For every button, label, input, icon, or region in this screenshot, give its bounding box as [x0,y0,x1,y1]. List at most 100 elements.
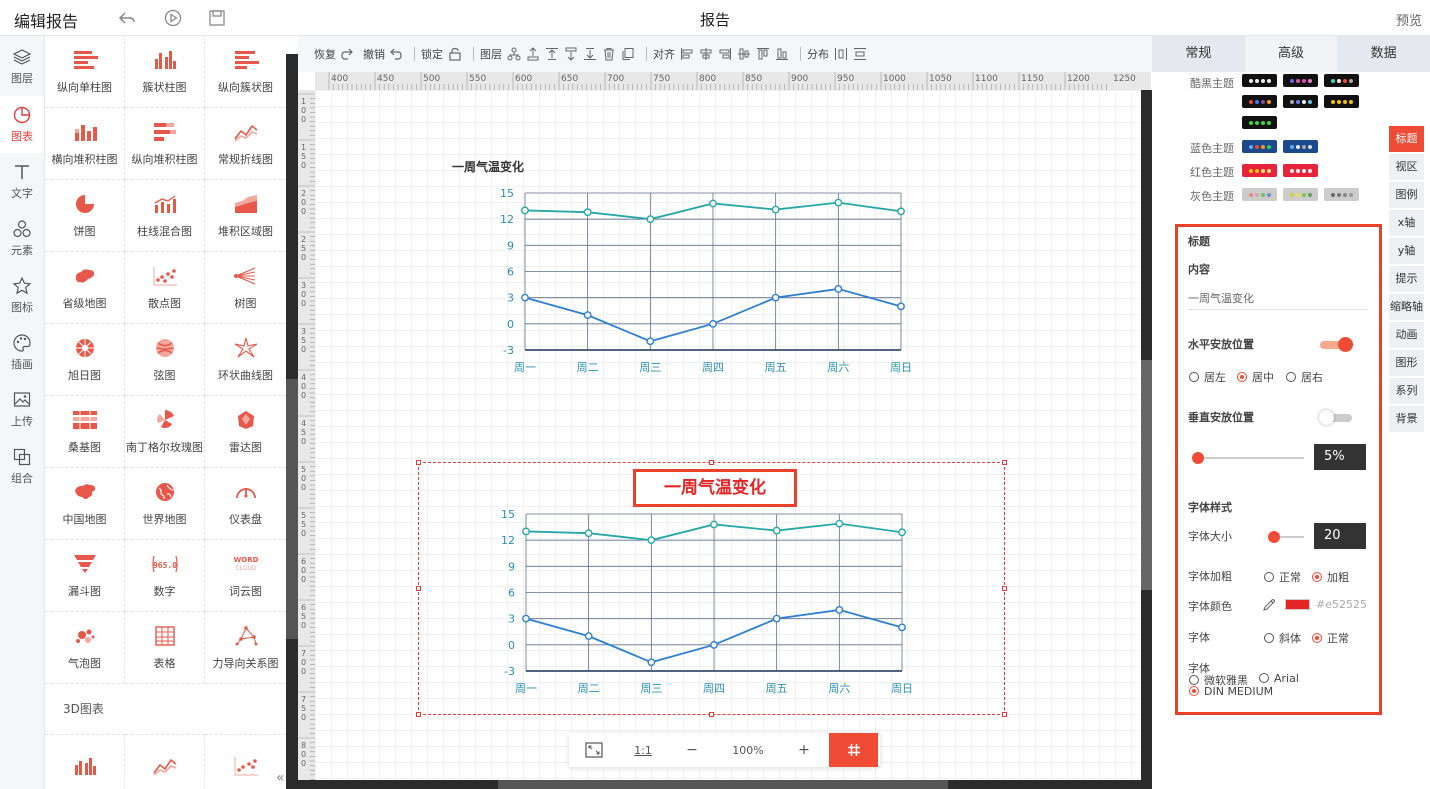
chart-type-item[interactable]: 中国地图 [45,468,125,540]
theme-swatch[interactable] [1242,188,1277,201]
chart-type-item[interactable]: 弦图 [125,324,205,396]
distribute-v-button[interactable] [853,47,867,61]
resize-handle-ne[interactable] [1002,460,1007,465]
bring-to-top-button[interactable] [545,47,559,61]
v-pos-toggle[interactable] [1319,410,1352,425]
lock-button[interactable]: 锁定 [421,46,462,62]
chart-type-item[interactable] [205,734,286,789]
chart-type-item[interactable] [125,734,205,789]
resize-handle-nw[interactable] [416,460,421,465]
theme-swatch[interactable] [1324,74,1359,87]
theme-swatch[interactable] [1324,188,1359,201]
chart-type-item[interactable]: 旭日图 [45,324,125,396]
theme-swatch[interactable] [1242,164,1277,177]
sidetab-series[interactable]: 系列 [1389,378,1424,404]
v-pos-slider[interactable] [1192,452,1304,464]
bold-normal-option[interactable]: 正常 [1264,569,1301,585]
grid-toggle-button[interactable] [829,733,878,767]
canvas-scrollbar-h[interactable] [298,780,1152,789]
title-content-input[interactable]: 一周气温变化 [1188,290,1368,310]
panel-scrollbar[interactable] [286,54,298,789]
chart-type-item[interactable]: WORD CLOUD 词云图 [205,540,286,612]
chart-type-item[interactable]: 簇状柱图 [125,36,205,108]
nav-text[interactable]: 文字 [0,153,44,210]
back-icon[interactable] [118,9,136,27]
copy-button[interactable] [621,47,635,61]
sidetab-datazoom[interactable]: 缩略轴 [1389,294,1424,320]
delete-button[interactable] [602,47,616,61]
chart-type-item[interactable]: 省级地图 [45,252,125,324]
undo-button[interactable]: 撤销 [363,46,403,62]
sidetab-legend[interactable]: 图例 [1389,182,1424,208]
font-size-slider[interactable] [1268,531,1304,543]
chart-type-item[interactable]: 力导向关系图 [205,612,286,684]
nav-layers[interactable]: 图层 [0,36,44,96]
theme-swatch[interactable] [1283,95,1318,108]
chart-type-item[interactable]: 表格 [125,612,205,684]
fit-screen-button[interactable] [569,733,619,767]
resize-handle-e[interactable] [1002,586,1007,591]
sidetab-graphic[interactable]: 图形 [1389,350,1424,376]
panel-scrollbar-thumb[interactable] [286,379,298,639]
tab-data[interactable]: 数据 [1337,36,1430,72]
align-bottom-button[interactable] [775,47,789,61]
canvas-scrollbar-v-thumb[interactable] [1141,360,1152,590]
tab-advanced[interactable]: 高级 [1244,36,1338,72]
bold-bold-option[interactable]: 加粗 [1312,569,1349,585]
chart-type-item[interactable]: 饼图 [45,180,125,252]
align-center-button[interactable] [699,47,713,61]
bring-forward-button[interactable] [526,47,540,61]
slider-knob[interactable] [1268,531,1280,543]
play-icon[interactable] [164,9,182,27]
preview-button[interactable]: 预览 [1396,10,1422,29]
color-swatch[interactable] [1285,599,1310,610]
sidetab-viewport[interactable]: 视区 [1389,154,1424,180]
theme-swatch[interactable] [1242,116,1277,129]
theme-swatch[interactable] [1242,74,1277,87]
zoom-in-button[interactable]: + [779,733,829,767]
align-middle-button[interactable] [737,47,751,61]
distribute-h-button[interactable] [834,47,848,61]
theme-swatch[interactable] [1324,95,1359,108]
chart-type-item[interactable]: 环状曲线图 [205,324,286,396]
chart-type-item[interactable]: 堆积区域图 [205,180,286,252]
chart-type-item[interactable]: 桑基图 [45,396,125,468]
eyedropper-icon[interactable] [1262,598,1276,612]
chart-type-item[interactable]: 常规折线图 [205,108,286,180]
chart-type-item[interactable]: 柱线混合图 [125,180,205,252]
theme-swatch[interactable] [1283,164,1318,177]
sidetab-animation[interactable]: 动画 [1389,322,1424,348]
theme-swatch[interactable] [1283,74,1318,87]
align-left-button[interactable] [680,47,694,61]
h-pos-toggle[interactable] [1320,337,1353,352]
chart-2-title[interactable]: 一周气温变化 [633,469,797,507]
v-pos-value-input[interactable]: 5% [1314,444,1366,470]
nav-elements[interactable]: 元素 [0,210,44,267]
chart-type-item[interactable]: 仪表盘 [205,468,286,540]
tab-general[interactable]: 常规 [1152,36,1245,72]
chart-type-item[interactable]: 纵向簇状图 [205,36,286,108]
canvas-scrollbar-h-thumb[interactable] [498,780,948,789]
redo-button[interactable]: 恢复 [314,46,354,62]
chart-type-item[interactable]: 纵向堆积柱图 [125,108,205,180]
collapse-panel-icon[interactable]: « [276,770,285,786]
chart-type-item[interactable]: 世界地图 [125,468,205,540]
nav-group[interactable]: 组合 [0,438,44,495]
font-size-input[interactable]: 20 [1314,523,1366,549]
chart-type-item[interactable]: 树图 [205,252,286,324]
slider-knob[interactable] [1192,452,1204,464]
sidetab-tooltip[interactable]: 提示 [1389,266,1424,292]
save-icon[interactable] [208,9,226,27]
resize-handle-se[interactable] [1002,712,1007,717]
h-pos-left-option[interactable]: 居左 [1189,369,1226,385]
chart-type-item[interactable]: 气泡图 [45,612,125,684]
italic-option[interactable]: 斜体 [1264,630,1301,646]
chart-type-item[interactable]: 横向堆积柱图 [45,108,125,180]
sidetab-title[interactable]: 标题 [1389,126,1424,152]
chart-widget-2-selected[interactable]: -3 0 3 6 9 12 15 周一 周二 周三 周四 周五 周六 周日 一周气温变化 [416,460,1007,717]
chart-type-item[interactable]: 南丁格尔玫瑰图 [125,396,205,468]
italic-normal-option[interactable]: 正常 [1312,630,1349,646]
resize-handle-s[interactable] [709,712,714,717]
sidetab-x-axis[interactable]: x轴 [1389,210,1424,236]
nav-upload[interactable]: 上传 [0,381,44,438]
